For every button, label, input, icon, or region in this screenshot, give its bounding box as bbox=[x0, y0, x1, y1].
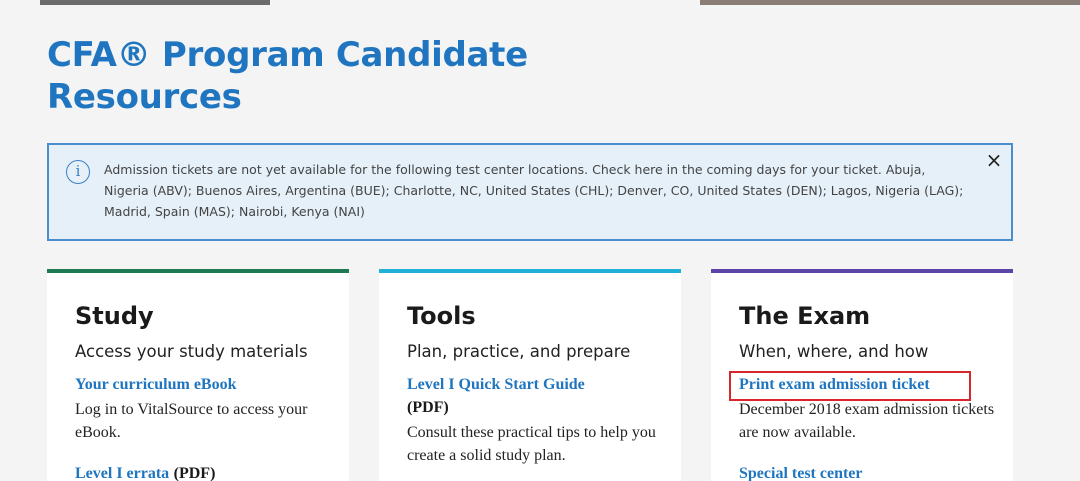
highlight-box bbox=[729, 371, 971, 401]
pdf-label: (PDF) bbox=[173, 465, 216, 481]
card-description: Log in to VitalSource to access your eBo… bbox=[75, 401, 308, 441]
curriculum-ebook-link[interactable]: Your curriculum eBook bbox=[75, 376, 236, 394]
card-study: Study Access your study materials Your c… bbox=[47, 269, 349, 481]
card-description: December 2018 exam admission tickets are… bbox=[739, 401, 995, 441]
card-accent-bar bbox=[47, 269, 349, 273]
card-description: Consult these practical tips to help you… bbox=[407, 424, 656, 464]
card-accent-bar bbox=[711, 269, 1013, 273]
card-accent-bar bbox=[379, 269, 681, 273]
card-subtitle: Plan, practice, and prepare bbox=[407, 342, 631, 361]
card-subtitle: Access your study materials bbox=[75, 342, 308, 361]
card-subtitle: When, where, and how bbox=[739, 342, 929, 361]
card-tools: Tools Plan, practice, and prepare Level … bbox=[379, 269, 681, 481]
special-test-center-link[interactable]: Special test center bbox=[739, 465, 863, 481]
page-title-line2: Resources bbox=[47, 77, 242, 117]
level-one-errata-link[interactable]: Level I errata bbox=[75, 465, 169, 481]
pdf-label: (PDF) bbox=[407, 399, 449, 416]
hero-image-photo bbox=[700, 0, 1080, 5]
alert-message: Admission tickets are not yet available … bbox=[104, 162, 964, 219]
hero-image-dark bbox=[40, 0, 270, 5]
card-title: Study bbox=[75, 302, 154, 330]
card-title: Tools bbox=[407, 302, 476, 330]
errata-row: Level I errata (PDF) bbox=[75, 465, 215, 481]
close-icon[interactable]: × bbox=[983, 149, 1005, 171]
admission-alert: i Admission tickets are not yet availabl… bbox=[47, 143, 1013, 241]
page-title-line1: CFA® Program Candidate bbox=[47, 35, 528, 75]
card-title: The Exam bbox=[739, 302, 871, 330]
page-title: CFA® Program Candidate Resources bbox=[47, 34, 647, 118]
quick-start-guide-link[interactable]: Level I Quick Start Guide bbox=[407, 376, 585, 394]
hero-image-strip bbox=[0, 0, 1080, 5]
info-icon: i bbox=[66, 160, 90, 184]
